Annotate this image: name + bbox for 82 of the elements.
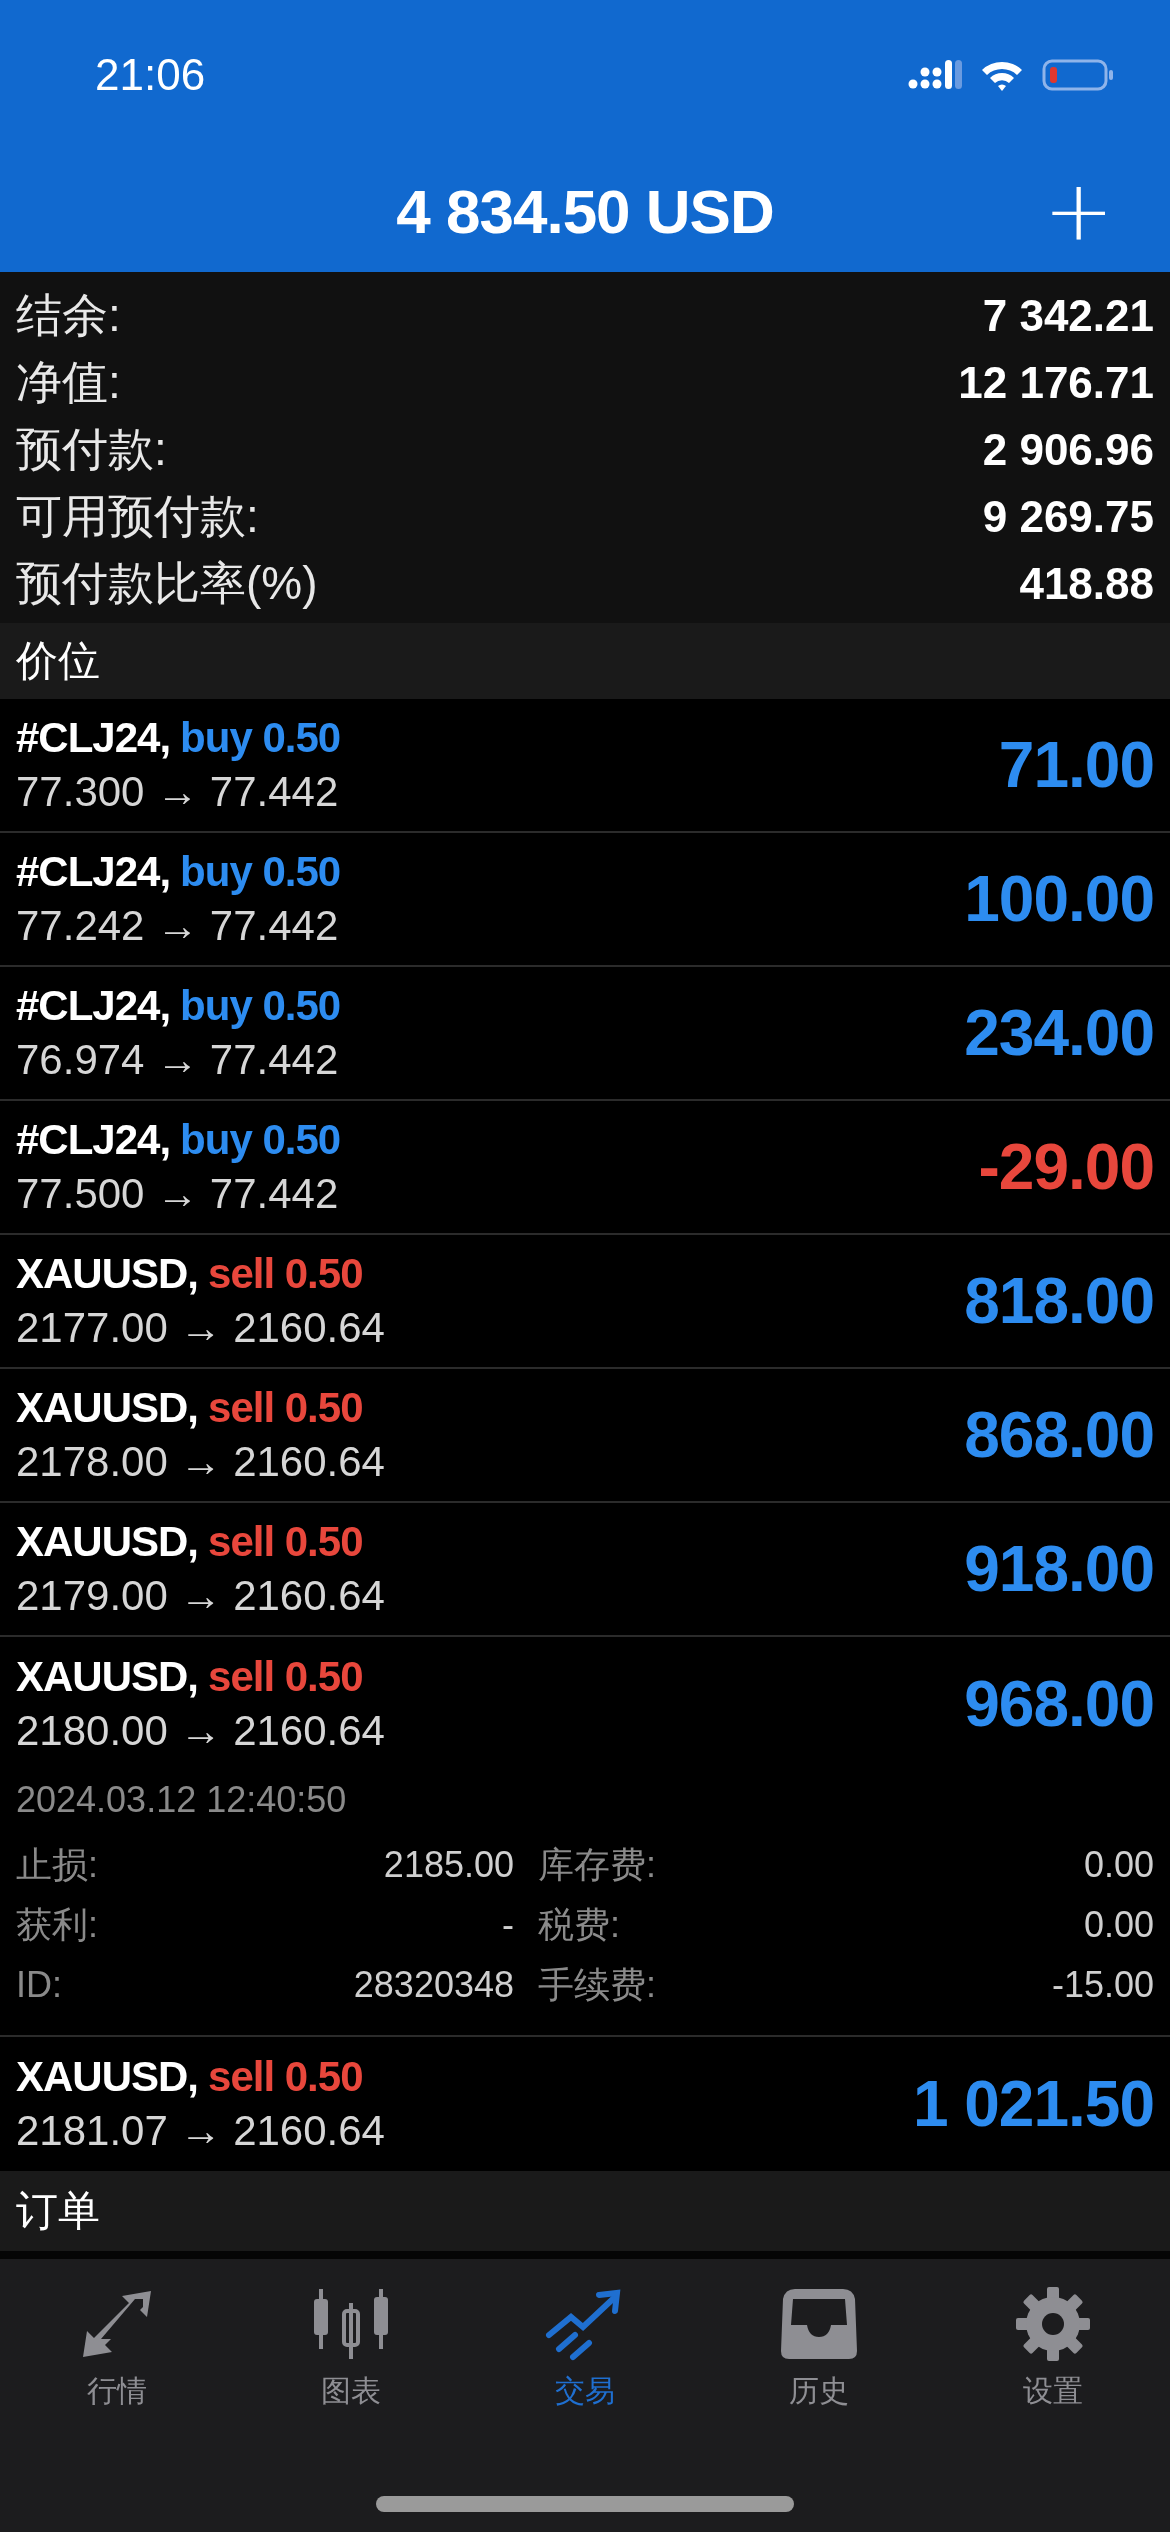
candlestick-icon <box>311 2287 391 2361</box>
detail-value: 0.00 <box>1083 1844 1154 1886</box>
balance-title: 4 834.50 USD <box>396 175 774 247</box>
position-order: buy 0.50 <box>180 982 341 1030</box>
tab-button[interactable]: 图表 <box>291 2283 411 2416</box>
position-row[interactable]: XAUUSD, sell 0.50 2178.00 → 2160.64 868.00 <box>0 1369 1170 1503</box>
position-symbol: #CLJ24, <box>16 714 171 762</box>
position-prices: 76.974 → 77.442 <box>16 1036 340 1084</box>
section-header: 价位 <box>0 623 1170 699</box>
position-profit: 234.00 <box>964 996 1154 1070</box>
position-row[interactable]: XAUUSD, sell 0.50 2181.07 → 2160.64 1 021.50 <box>0 2037 1170 2171</box>
tab-button[interactable]: 设置 <box>993 2283 1113 2416</box>
position-profit: 71.00 <box>998 728 1154 802</box>
summary-label: 预付款: <box>16 421 167 477</box>
position-order: sell 0.50 <box>208 1384 363 1432</box>
position-symbol: #CLJ24, <box>16 982 171 1030</box>
position-profit: 1 021.50 <box>912 2067 1154 2141</box>
detail-value: 28320348 <box>353 1964 514 2006</box>
position-row[interactable]: #CLJ24, buy 0.50 76.974 → 77.442 234.00 <box>0 967 1170 1101</box>
detail-label: 止损: <box>16 1842 98 1887</box>
position-profit: -29.00 <box>978 1130 1154 1204</box>
summary-value: 9 269.75 <box>982 491 1154 542</box>
position-profit: 918.00 <box>964 1532 1154 1606</box>
position-order: sell 0.50 <box>208 2053 363 2101</box>
inbox-icon <box>779 2287 859 2361</box>
position-prices: 2181.07 → 2160.64 <box>16 2107 385 2155</box>
detail-label: 税费: <box>538 1902 620 1947</box>
position-symbol: XAUUSD, <box>16 1250 199 1298</box>
summary-value: 2 906.96 <box>982 424 1154 475</box>
detail-value: - <box>502 1904 514 1946</box>
battery-icon <box>1042 58 1114 92</box>
position-prices: 77.242 → 77.442 <box>16 902 340 950</box>
detail-value: -15.00 <box>1051 1964 1154 2006</box>
position-order: sell 0.50 <box>208 1518 363 1566</box>
position-row[interactable]: #CLJ24, buy 0.50 77.242 → 77.442 100.00 <box>0 833 1170 967</box>
detail-value: 2185.00 <box>383 1844 514 1886</box>
section-header: 订单 <box>0 2171 1170 2251</box>
position-profit: 818.00 <box>964 1264 1154 1338</box>
add-button[interactable]: + <box>1037 169 1120 253</box>
tab-button[interactable]: 历史 <box>759 2283 879 2416</box>
position-row[interactable]: XAUUSD, sell 0.50 2180.00 → 2160.64 968.00 <box>0 1637 1170 1771</box>
position-prices: 2177.00 → 2160.64 <box>16 1304 385 1352</box>
tab-button[interactable]: 行情 <box>57 2283 177 2416</box>
position-symbol: XAUUSD, <box>16 2053 199 2101</box>
summary-label: 净值: <box>16 354 121 410</box>
summary-label: 预付款比率(%) <box>16 555 318 611</box>
position-order: sell 0.50 <box>208 1250 363 1298</box>
summary-value: 7 342.21 <box>982 290 1154 341</box>
detail-label: 手续费: <box>538 1962 656 2007</box>
detail-value: 0.00 <box>1083 1904 1154 1946</box>
position-profit: 100.00 <box>964 862 1154 936</box>
detail-label: 获利: <box>16 1902 98 1947</box>
detail-label: 库存费: <box>538 1842 656 1887</box>
signal-icon <box>908 58 962 92</box>
position-prices: 2178.00 → 2160.64 <box>16 1438 385 1486</box>
position-prices: 77.300 → 77.442 <box>16 768 340 816</box>
position-symbol: #CLJ24, <box>16 1116 171 1164</box>
open-time: 2024.03.12 12:40:50 <box>16 1779 348 1821</box>
detail-label: ID: <box>16 1964 62 2006</box>
position-profit: 868.00 <box>964 1398 1154 1472</box>
summary-value: 12 176.71 <box>958 357 1154 408</box>
summary-label: 可用预付款: <box>16 488 259 544</box>
position-order: buy 0.50 <box>180 714 341 762</box>
position-order: sell 0.50 <box>208 1653 363 1701</box>
position-row[interactable]: #CLJ24, buy 0.50 77.500 → 77.442 -29.00 <box>0 1101 1170 1235</box>
position-prices: 2180.00 → 2160.64 <box>16 1707 385 1755</box>
position-prices: 2179.00 → 2160.64 <box>16 1572 385 1620</box>
position-order: buy 0.50 <box>180 848 341 896</box>
position-symbol: XAUUSD, <box>16 1384 199 1432</box>
position-row[interactable]: XAUUSD, sell 0.50 2177.00 → 2160.64 818.00 <box>0 1235 1170 1369</box>
position-order: buy 0.50 <box>180 1116 341 1164</box>
status-time: 21:06 <box>95 50 206 100</box>
position-symbol: XAUUSD, <box>16 1518 199 1566</box>
position-symbol: #CLJ24, <box>16 848 171 896</box>
position-profit: 968.00 <box>964 1667 1154 1741</box>
position-symbol: XAUUSD, <box>16 1653 199 1701</box>
position-prices: 77.500 → 77.442 <box>16 1170 340 1218</box>
summary-value: 418.88 <box>1019 558 1154 609</box>
position-row[interactable]: #CLJ24, buy 0.50 77.300 → 77.442 71.00 <box>0 699 1170 833</box>
summary-label: 结余: <box>16 287 121 343</box>
position-row[interactable]: XAUUSD, sell 0.50 2179.00 → 2160.64 918.00 <box>0 1503 1170 1637</box>
settings-icon <box>1013 2287 1093 2361</box>
